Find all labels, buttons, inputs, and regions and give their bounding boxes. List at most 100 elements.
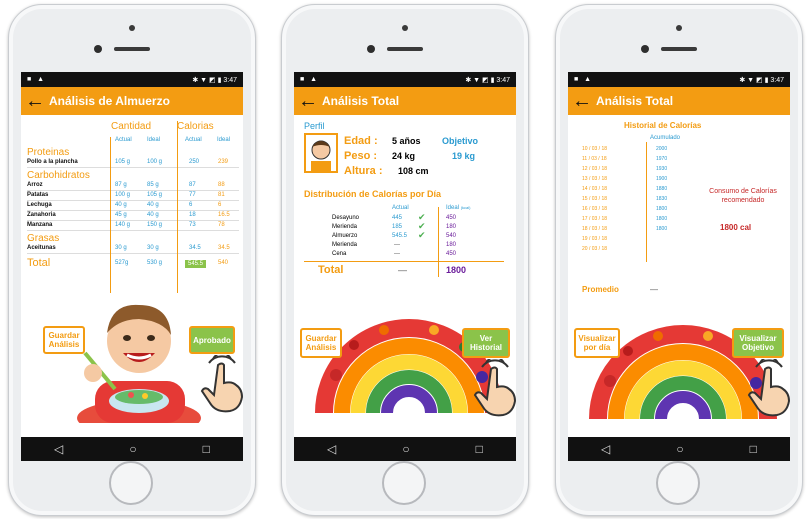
back-arrow-icon[interactable]: ← <box>21 91 49 111</box>
earpiece-speaker <box>114 47 150 51</box>
edad-label: Edad : <box>344 135 378 147</box>
objetivo-label: Objetivo <box>442 136 479 146</box>
nutrition-table: Cantidad Calorias Actual Ideal Actual Id… <box>27 121 239 307</box>
col-actual-header: Actual <box>392 205 409 211</box>
history-row: 16 / 03 / 18 1800 <box>582 206 668 212</box>
table-row: Pollo a la plancha 105 g 100 g 250 239 <box>27 158 239 168</box>
peso-label: Peso : <box>344 150 378 162</box>
ver-historial-button[interactable]: Ver Historial <box>462 328 510 358</box>
back-arrow-icon[interactable]: ← <box>568 91 596 111</box>
meal-row: Merienda —180 <box>332 242 457 248</box>
meal-row: Desayuno 445 ✔ 450 <box>332 212 457 222</box>
android-nav-bar: ◁ ○ □ <box>568 437 790 461</box>
section-proteinas: Proteinas <box>27 147 70 158</box>
content-area: Perfil Edad : 5 años Objetivo Peso : 24 … <box>294 115 516 437</box>
nav-back-icon[interactable]: ◁ <box>54 442 63 456</box>
status-time: 3:47 <box>770 76 784 84</box>
front-sensor <box>367 45 375 53</box>
guardar-analisis-button[interactable]: Guardar Análisis <box>43 326 85 354</box>
app-bar: ← Análisis Total <box>568 87 790 115</box>
home-button[interactable] <box>109 461 153 505</box>
page-title: Análisis de Almuerzo <box>49 94 170 108</box>
history-row: 20 / 03 / 18 <box>582 246 608 252</box>
divider <box>438 207 439 277</box>
earpiece-speaker <box>661 47 697 51</box>
app-bar: ← Análisis de Almuerzo <box>21 87 243 115</box>
nav-back-icon[interactable]: ◁ <box>601 442 610 456</box>
altura-label: Altura : <box>344 165 383 177</box>
sub-ideal-2: Ideal <box>217 137 231 143</box>
nav-home-icon[interactable]: ○ <box>676 442 683 456</box>
col-ideal-header: Ideal (kcal) <box>446 205 471 211</box>
front-camera <box>402 25 408 31</box>
nav-home-icon[interactable]: ○ <box>129 442 136 456</box>
history-row: 14 / 03 / 18 1880 <box>582 186 668 192</box>
total-row: Total 527g 530 g 545.5 540 <box>27 257 229 269</box>
status-icons-right: ✱ ▼ ◩ ▮ <box>739 76 769 84</box>
status-bar: ■ ▲ ✱ ▼ ◩ ▮ 3:47 <box>21 72 243 87</box>
content-area: Cantidad Calorias Actual Ideal Actual Id… <box>21 115 243 437</box>
nav-recents-icon[interactable]: □ <box>203 442 210 456</box>
meal-row: Merienda 185 ✔ 180 <box>332 221 457 231</box>
phone-frame-2: ■ ▲ ✱ ▼ ◩ ▮ 3:47 ← Análisis Total Perfil… <box>281 4 529 516</box>
guardar-analisis-button[interactable]: Guardar Análisis <box>300 328 342 358</box>
history-row: 10 / 03 / 18 2000 <box>582 146 668 152</box>
page-title: Análisis Total <box>596 94 674 108</box>
section-carbohidratos: Carbohidratos <box>27 170 90 181</box>
historial-title: Historial de Calorías <box>624 121 702 130</box>
front-camera <box>676 25 682 31</box>
col-calorias-header: Calorias <box>177 121 214 132</box>
status-icons-left: ■ ▲ <box>300 76 320 83</box>
table-row: Patatas 100 g 105 g 77 81 <box>27 191 239 201</box>
divider <box>177 121 178 307</box>
table-row: Zanahoria 45 g 40 g 18 16.5 <box>27 211 239 221</box>
child-eating-image <box>75 293 205 423</box>
status-icons-left: ■ ▲ <box>574 76 594 83</box>
home-button[interactable] <box>656 461 700 505</box>
total-actual: — <box>398 265 407 275</box>
history-row: 12 / 03 / 18 1930 <box>582 166 668 172</box>
table-row: Lechuga 40 g 40 g66 <box>27 201 239 211</box>
android-nav-bar: ◁ ○ □ <box>21 437 243 461</box>
front-camera <box>129 25 135 31</box>
section-grasas: Grasas <box>27 233 60 244</box>
col-acumulado-header: Acumulado <box>650 135 681 141</box>
edad-value: 5 años <box>392 136 421 146</box>
front-sensor <box>641 45 649 53</box>
nav-back-icon[interactable]: ◁ <box>327 442 336 456</box>
status-icons-right: ✱ ▼ ◩ ▮ <box>465 76 495 84</box>
sub-ideal-1: Ideal <box>147 137 161 143</box>
visualizar-por-dia-button[interactable]: Visualizar por día <box>574 328 620 358</box>
phone-frame-1: ■ ▲ ✱ ▼ ◩ ▮ 3:47 ← Análisis de Almuerzo … <box>8 4 256 516</box>
check-icon: ✔ <box>418 230 426 240</box>
app-bar: ← Análisis Total <box>294 87 516 115</box>
history-row: 18 / 03 / 18 1800 <box>582 226 668 232</box>
history-list: 10 / 03 / 18 2000 11 / 03 / 18 1970 12 / 0… <box>582 145 692 255</box>
history-row: 11 / 03 / 18 1970 <box>582 156 668 162</box>
col-cantidad-header: Cantidad <box>111 121 152 132</box>
history-row: 19 / 03 / 18 <box>582 236 608 242</box>
screen-historial: ■ ▲ ✱ ▼ ◩ ▮ 3:47 ← Análisis Total Histor… <box>568 72 790 461</box>
nav-home-icon[interactable]: ○ <box>402 442 409 456</box>
altura-value: 108 cm <box>398 166 429 176</box>
phone-frame-3: ■ ▲ ✱ ▼ ◩ ▮ 3:47 ← Análisis Total Histor… <box>555 4 803 516</box>
aprobado-button[interactable]: Aprobado <box>189 326 235 354</box>
status-time: 3:47 <box>496 76 510 84</box>
total-ideal: 1800 <box>446 265 467 275</box>
back-arrow-icon[interactable]: ← <box>294 91 322 111</box>
meal-row: Almuerzo 545.5 ✔ 540 <box>332 230 457 240</box>
divider <box>304 261 504 262</box>
perfil-label: Perfil <box>304 121 325 131</box>
nav-recents-icon[interactable]: □ <box>750 442 757 456</box>
status-icons-left: ■ ▲ <box>27 76 47 83</box>
nav-recents-icon[interactable]: □ <box>476 442 483 456</box>
status-time: 3:47 <box>223 76 237 84</box>
visualizar-objetivo-button[interactable]: Visualizar Objetivo <box>732 328 784 358</box>
history-row: 15 / 03 / 18 1830 <box>582 196 668 202</box>
avatar <box>304 133 338 173</box>
android-nav-bar: ◁ ○ □ <box>294 437 516 461</box>
tap-hand-icon <box>200 355 243 413</box>
home-button[interactable] <box>382 461 426 505</box>
distribucion-title: Distribución de Calorías por Día <box>304 189 442 199</box>
table-row: Arroz 87 g 85 g 87 88 <box>27 181 239 191</box>
